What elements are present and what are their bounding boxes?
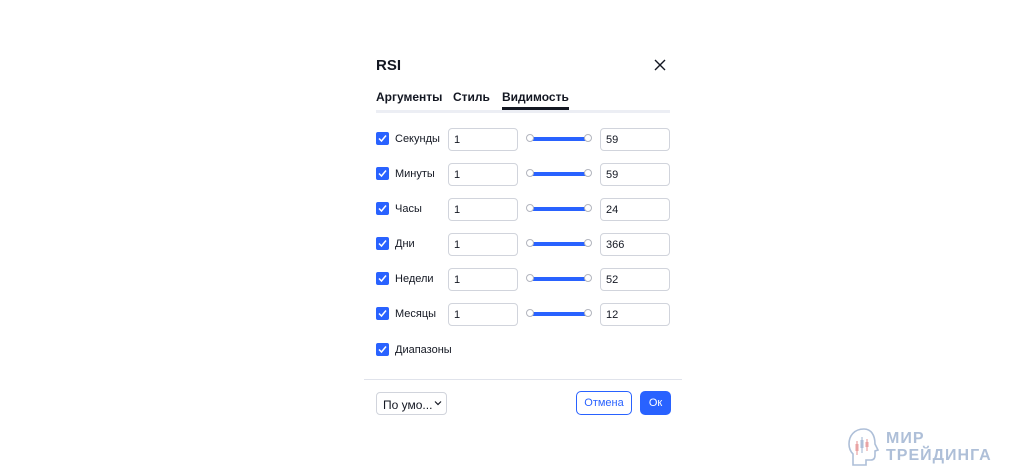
slider-min-handle[interactable] <box>526 309 534 317</box>
weeks-to-input[interactable] <box>600 268 670 291</box>
checkmark-icon <box>378 275 387 283</box>
minutes-label: Минуты <box>395 168 435 180</box>
checkmark-icon <box>378 240 387 248</box>
days-checkbox[interactable] <box>376 237 389 250</box>
visibility-row-seconds: Секунды <box>376 128 670 151</box>
months-to-input[interactable] <box>600 303 670 326</box>
hours-range-slider[interactable] <box>526 204 592 214</box>
slider-min-handle[interactable] <box>526 239 534 247</box>
slider-max-handle[interactable] <box>584 239 592 247</box>
dialog-title: RSI <box>376 57 402 74</box>
ok-button[interactable]: Ок <box>640 391 671 415</box>
seconds-from-input[interactable] <box>448 128 518 151</box>
months-range-slider[interactable] <box>526 309 592 319</box>
preset-label: По умо... <box>383 398 433 412</box>
slider-min-handle[interactable] <box>526 134 534 142</box>
hours-label: Часы <box>395 203 422 215</box>
days-range-slider[interactable] <box>526 239 592 249</box>
visibility-row-ranges: Диапазоны <box>376 339 670 362</box>
visibility-row-days: Дни <box>376 233 670 256</box>
slider-max-handle[interactable] <box>584 274 592 282</box>
visibility-row-months: Месяцы <box>376 303 670 326</box>
seconds-checkbox[interactable] <box>376 132 389 145</box>
slider-max-handle[interactable] <box>584 169 592 177</box>
months-from-input[interactable] <box>448 303 518 326</box>
tab-visibility[interactable]: Видимость <box>502 90 569 110</box>
hours-to-input[interactable] <box>600 198 670 221</box>
seconds-label: Секунды <box>395 133 440 145</box>
checkmark-icon <box>378 135 387 143</box>
watermark-line1: МИР <box>886 430 925 447</box>
days-label: Дни <box>395 238 415 250</box>
slider-max-handle[interactable] <box>584 204 592 212</box>
checkmark-icon <box>378 170 387 178</box>
minutes-checkbox[interactable] <box>376 167 389 180</box>
ranges-checkbox[interactable] <box>376 343 389 356</box>
hours-from-input[interactable] <box>448 198 518 221</box>
weeks-range-slider[interactable] <box>526 274 592 284</box>
hours-checkbox[interactable] <box>376 202 389 215</box>
slider-max-handle[interactable] <box>584 134 592 142</box>
seconds-range-slider[interactable] <box>526 134 592 144</box>
days-from-input[interactable] <box>448 233 518 256</box>
weeks-from-input[interactable] <box>448 268 518 291</box>
checkmark-icon <box>378 310 387 318</box>
watermark-line2: ТРЕЙДИНГА <box>886 447 992 464</box>
head-chart-logo-icon <box>848 428 880 466</box>
slider-max-handle[interactable] <box>584 309 592 317</box>
tab-arguments[interactable]: Аргументы <box>376 90 442 107</box>
minutes-range-slider[interactable] <box>526 169 592 179</box>
months-checkbox[interactable] <box>376 307 389 320</box>
close-icon[interactable] <box>652 57 668 73</box>
tab-style[interactable]: Стиль <box>453 90 490 107</box>
weeks-label: Недели <box>395 273 434 285</box>
checkmark-icon <box>378 205 387 213</box>
footer-divider <box>364 379 682 380</box>
slider-min-handle[interactable] <box>526 274 534 282</box>
weeks-checkbox[interactable] <box>376 272 389 285</box>
visibility-row-hours: Часы <box>376 198 670 221</box>
seconds-to-input[interactable] <box>600 128 670 151</box>
slider-min-handle[interactable] <box>526 204 534 212</box>
days-to-input[interactable] <box>600 233 670 256</box>
ranges-label: Диапазоны <box>395 344 452 356</box>
visibility-row-weeks: Недели <box>376 268 670 291</box>
checkmark-icon <box>378 346 387 354</box>
preset-dropdown[interactable]: По умо... <box>376 392 447 415</box>
minutes-from-input[interactable] <box>448 163 518 186</box>
watermark-logo: МИР ТРЕЙДИНГА <box>846 427 996 471</box>
slider-min-handle[interactable] <box>526 169 534 177</box>
visibility-row-minutes: Минуты <box>376 163 670 186</box>
months-label: Месяцы <box>395 308 437 320</box>
chevron-down-icon <box>434 401 442 406</box>
cancel-button[interactable]: Отмена <box>576 391 632 415</box>
settings-dialog: RSI Аргументы Стиль Видимость Секунды Ми… <box>364 44 682 434</box>
minutes-to-input[interactable] <box>600 163 670 186</box>
tab-bar: Аргументы Стиль Видимость <box>376 90 670 113</box>
